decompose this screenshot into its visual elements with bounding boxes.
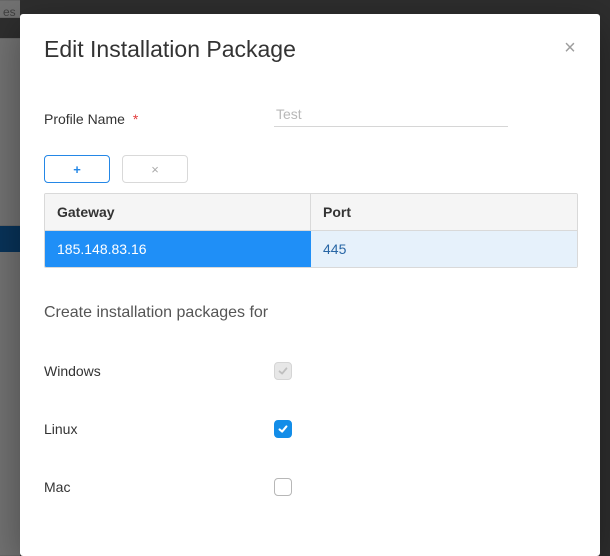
edit-installation-package-modal: Edit Installation Package × Profile Name… [20, 14, 600, 556]
remove-icon: × [151, 162, 159, 177]
add-gateway-button[interactable]: + [44, 155, 110, 183]
column-header-gateway[interactable]: Gateway [45, 194, 311, 230]
table-header: Gateway Port [45, 194, 577, 230]
modal-content: Profile Name * + × Gateway Port [20, 80, 600, 556]
remove-gateway-button[interactable]: × [122, 155, 188, 183]
os-row-linux: Linux [44, 420, 576, 438]
profile-name-label-text: Profile Name [44, 111, 125, 127]
check-icon [277, 365, 289, 377]
os-label-mac: Mac [44, 479, 274, 495]
column-header-port[interactable]: Port [311, 194, 577, 230]
modal-scroll-area[interactable]: Profile Name * + × Gateway Port [20, 80, 600, 556]
os-label-linux: Linux [44, 421, 274, 437]
required-indicator: * [133, 111, 138, 127]
cell-port[interactable]: 445 [311, 230, 577, 267]
profile-name-label: Profile Name * [44, 111, 274, 127]
modal-header: Edit Installation Package [20, 14, 600, 67]
plus-icon: + [73, 162, 81, 177]
modal-title: Edit Installation Package [44, 36, 296, 62]
profile-name-field: Profile Name * [44, 102, 576, 127]
gateway-table: Gateway Port 185.148.83.16 445 [44, 193, 578, 268]
check-icon [277, 423, 289, 435]
cell-gateway[interactable]: 185.148.83.16 [45, 230, 311, 267]
scroll-spacer [44, 496, 576, 556]
packages-section-title: Create installation packages for [44, 304, 576, 322]
checkbox-windows [274, 362, 292, 380]
gateway-button-row: + × [44, 155, 576, 183]
os-label-windows: Windows [44, 363, 274, 379]
table-row[interactable]: 185.148.83.16 445 [45, 230, 577, 267]
checkbox-mac[interactable] [274, 478, 292, 496]
close-icon[interactable]: × [560, 38, 580, 58]
checkbox-linux[interactable] [274, 420, 292, 438]
profile-name-input[interactable] [274, 102, 508, 127]
os-row-windows: Windows [44, 362, 576, 380]
os-row-mac: Mac [44, 478, 576, 496]
